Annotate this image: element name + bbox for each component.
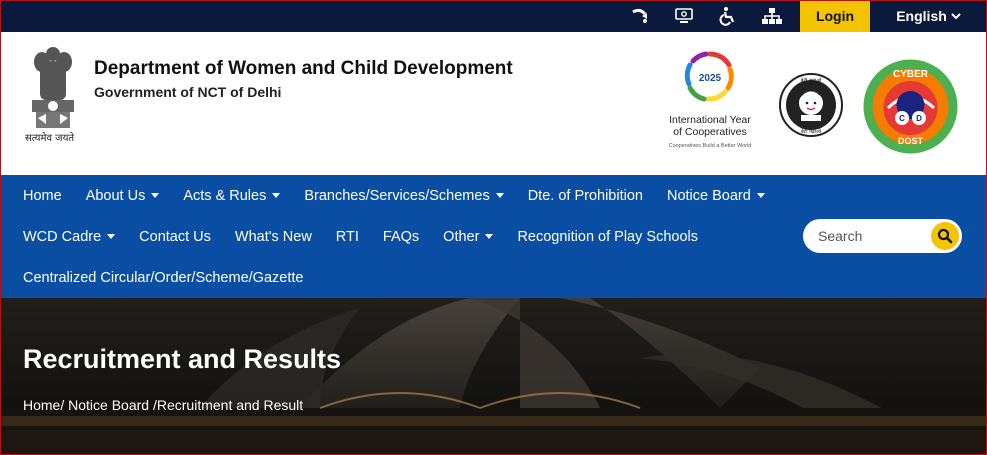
cyber-top-text: CYBER xyxy=(893,69,929,80)
chevron-down-icon xyxy=(951,13,961,20)
screen-reader-icon[interactable] xyxy=(662,0,706,32)
cyber-bottom-text: DOST xyxy=(898,136,924,146)
hero-banner: Recruitment and Results Home/ Notice Boa… xyxy=(0,298,987,455)
nav-item-contact-us[interactable]: Contact Us xyxy=(127,229,223,245)
accessibility-icon[interactable] xyxy=(706,0,750,32)
bbbp-bottom-text: बेटी पढ़ाओ xyxy=(801,128,822,135)
search-box xyxy=(803,219,962,253)
breadcrumb-home[interactable]: Home xyxy=(23,397,60,413)
caret-down-icon xyxy=(151,193,160,198)
international-year-cooperatives-logo[interactable]: 2025 International Year of Cooperatives … xyxy=(664,50,756,154)
beti-bachao-logo[interactable]: बेटी बचाओ बेटी पढ़ाओ xyxy=(778,72,844,138)
cooperatives-ring-icon: 2025 xyxy=(684,51,734,102)
iyc-year: 2025 xyxy=(699,73,722,84)
iyc-label-line2: of Cooperatives xyxy=(673,126,747,138)
site-header: सत्यमेव जयते Department of Women and Chi… xyxy=(0,32,987,175)
nav-item-notice-board[interactable]: Notice Board xyxy=(655,188,777,204)
nav-item-faqs[interactable]: FAQs xyxy=(371,229,431,245)
nav-item-other[interactable]: Other xyxy=(431,229,505,245)
nav-item-centralized-circular[interactable]: Centralized Circular/Order/Scheme/Gazett… xyxy=(0,270,315,286)
department-title[interactable]: Department of Women and Child Developmen… xyxy=(94,58,513,80)
caret-down-icon xyxy=(485,234,494,239)
bbbp-top-text: बेटी बचाओ xyxy=(801,77,823,84)
breadcrumb-separator: / xyxy=(60,397,69,413)
caret-down-icon xyxy=(495,193,504,198)
iyc-label-line1: International Year xyxy=(669,114,751,126)
department-subtitle: Government of NCT of Delhi xyxy=(94,84,282,100)
top-utility-bar: Login English xyxy=(0,0,987,32)
cyber-dost-logo[interactable]: C D CYBER DOST xyxy=(862,58,959,155)
nav-item-rti[interactable]: RTI xyxy=(324,229,371,245)
cyber-d-letter: D xyxy=(916,114,922,123)
search-input[interactable] xyxy=(818,228,928,244)
caret-down-icon xyxy=(272,193,281,198)
search-button[interactable] xyxy=(931,222,959,250)
skip-to-content-icon[interactable] xyxy=(618,0,662,32)
lotus-temple-background xyxy=(0,298,987,455)
language-selector[interactable]: English xyxy=(870,0,987,32)
nav-item-acts-rules[interactable]: Acts & Rules xyxy=(171,188,292,204)
nav-row-1: Home About Us Acts & Rules Branches/Serv… xyxy=(0,175,777,216)
nav-item-home[interactable]: Home xyxy=(0,188,74,204)
breadcrumb-notice-board[interactable]: Notice Board xyxy=(68,397,149,413)
search-icon xyxy=(937,228,953,244)
nav-item-about-us[interactable]: About Us xyxy=(74,188,172,204)
iyc-tagline: Cooperatives Build a Better World xyxy=(668,143,752,149)
emblem-motto: सत्यमेव जयते xyxy=(25,133,75,144)
nav-item-dte-of-prohibition[interactable]: Dte. of Prohibition xyxy=(516,188,655,204)
caret-down-icon xyxy=(756,193,765,198)
nav-item-wcd-cadre[interactable]: WCD Cadre xyxy=(0,229,127,245)
nav-item-recognition-play-schools[interactable]: Recognition of Play Schools xyxy=(505,229,710,245)
nav-row-2: WCD Cadre Contact Us What's New RTI FAQs… xyxy=(0,216,710,257)
caret-down-icon xyxy=(107,234,116,239)
breadcrumb-separator: / xyxy=(149,397,157,413)
login-button[interactable]: Login xyxy=(800,0,870,32)
nav-item-branches-services-schemes[interactable]: Branches/Services/Schemes xyxy=(292,188,515,204)
page-title: Recruitment and Results xyxy=(23,344,342,374)
breadcrumb-current: Recruitment and Result xyxy=(156,397,304,413)
nav-item-whats-new[interactable]: What's New xyxy=(223,229,324,245)
language-label: English xyxy=(896,8,947,24)
breadcrumb: Home/ Notice Board /Recruitment and Resu… xyxy=(23,397,303,413)
nav-row-3: Centralized Circular/Order/Scheme/Gazett… xyxy=(0,257,315,298)
cyber-c-letter: C xyxy=(899,114,905,123)
sitemap-icon[interactable] xyxy=(750,0,794,32)
